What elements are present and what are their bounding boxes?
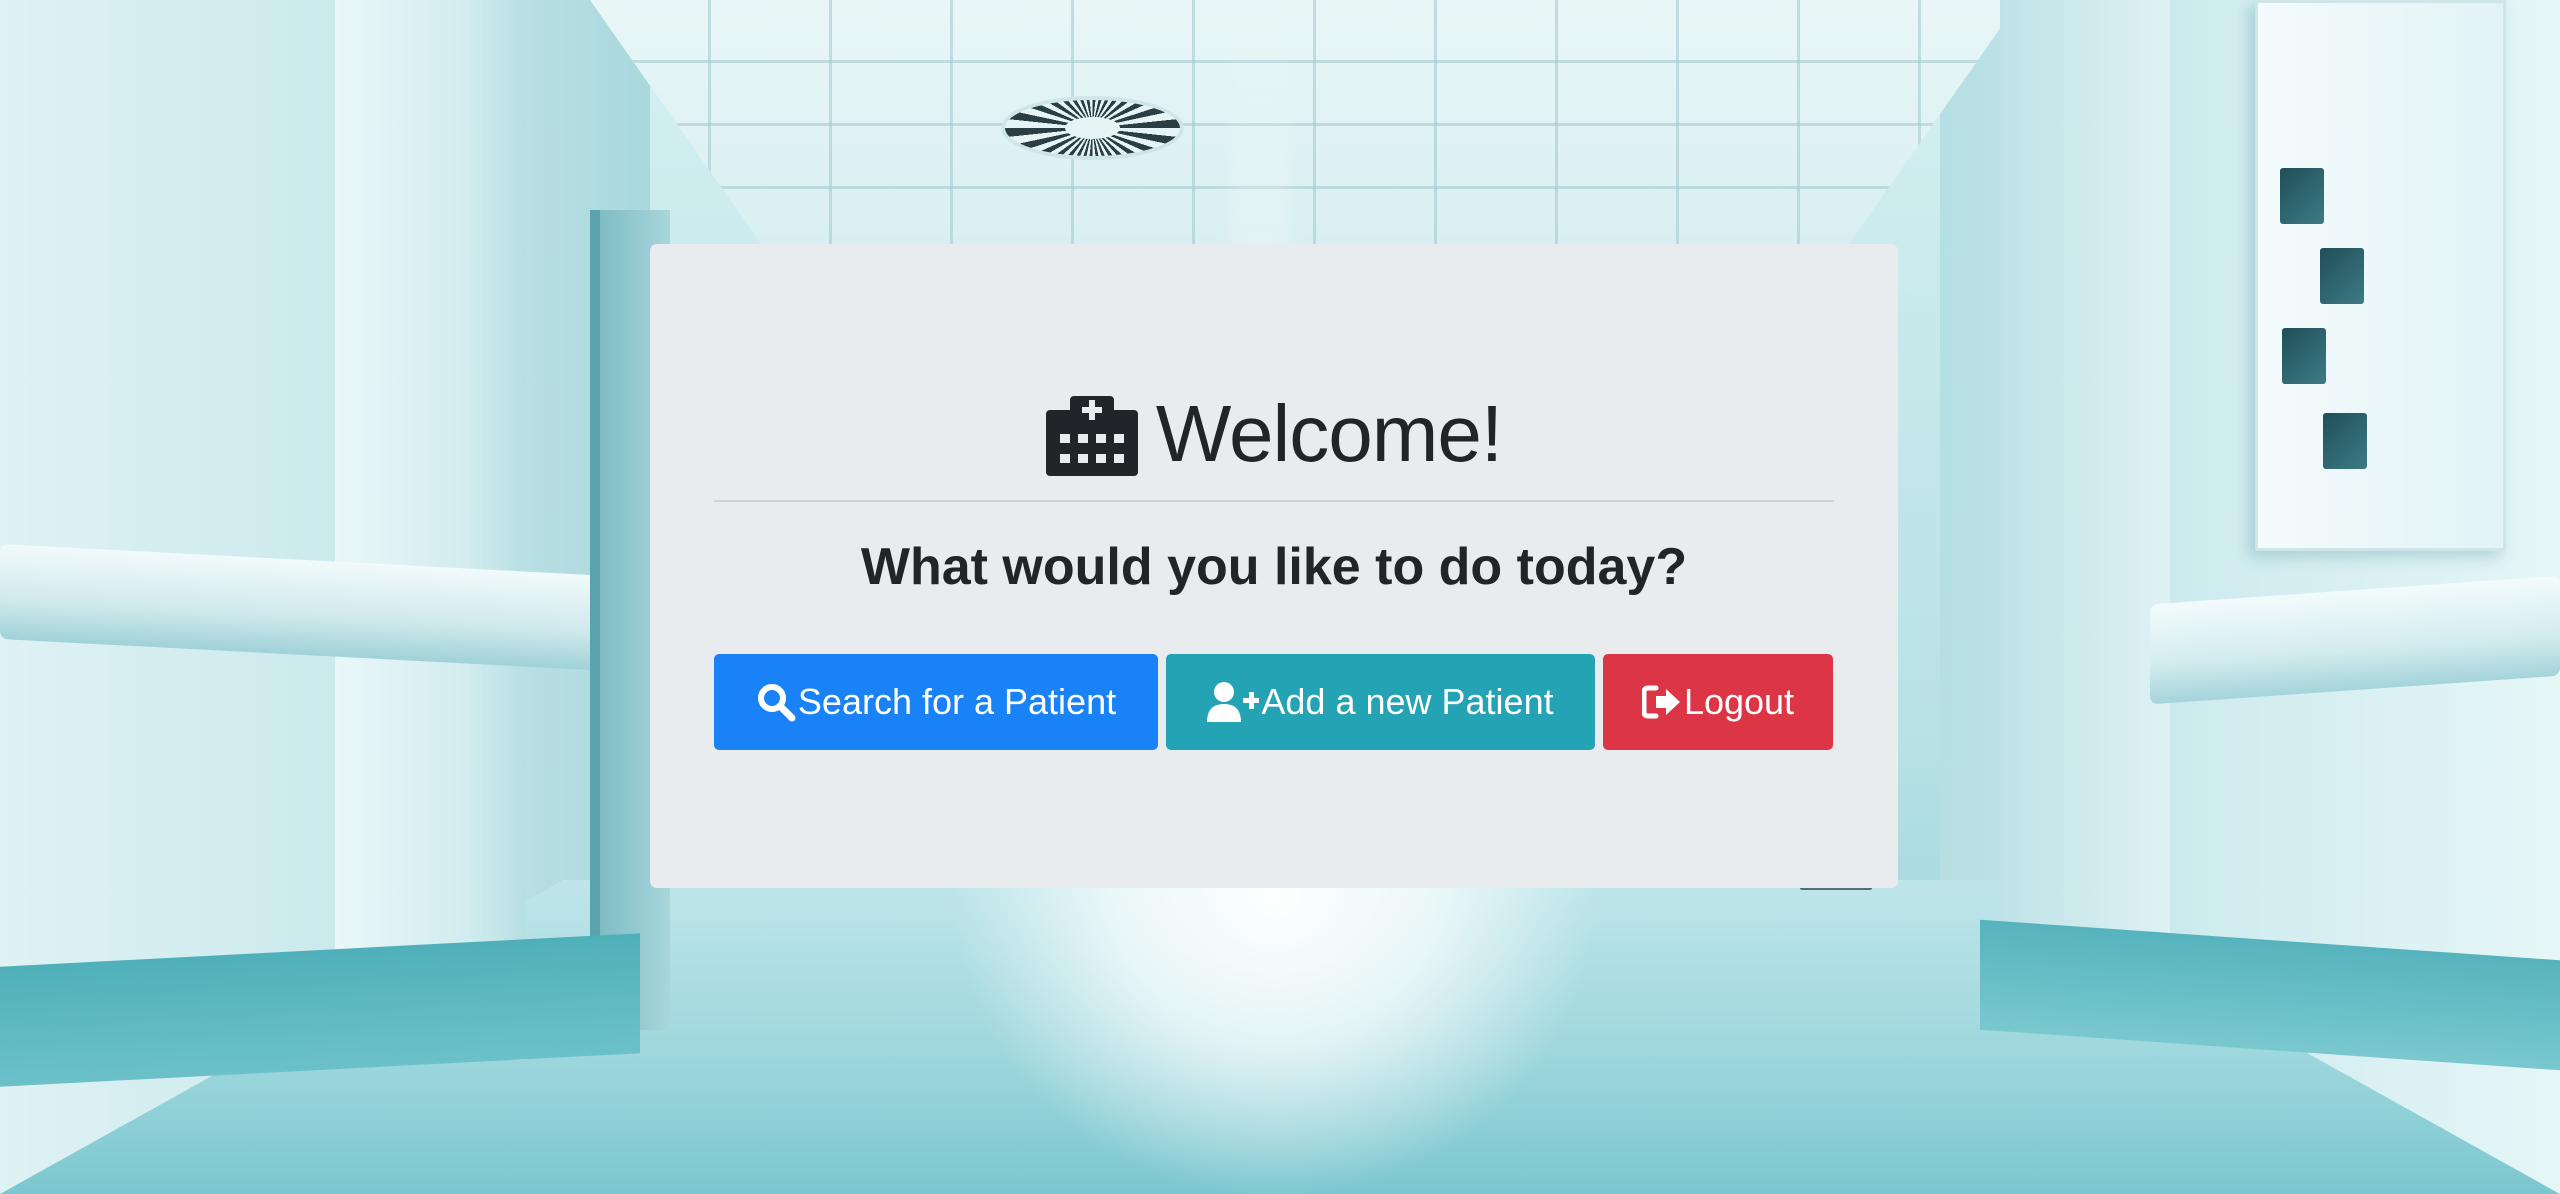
cabinet-slot [2320, 248, 2364, 304]
cabinet-slot [2282, 328, 2326, 384]
ceiling-vent [1005, 100, 1180, 156]
divider [714, 500, 1834, 502]
cabinet-slot [2323, 413, 2367, 469]
logout-button[interactable]: Logout [1603, 654, 1833, 751]
action-buttons: Search for a Patient Add a new Patient L… [714, 654, 1834, 751]
ceiling [590, 0, 2020, 245]
title-row: Welcome! [714, 368, 1834, 500]
wall-cabinet [2255, 0, 2506, 551]
search-patient-button[interactable]: Search for a Patient [714, 654, 1158, 751]
search-icon [756, 682, 796, 722]
left-pillar [335, 0, 525, 1060]
sign-out-icon [1641, 684, 1682, 720]
hospital-icon [1045, 396, 1138, 476]
cabinet-slot [2280, 168, 2324, 224]
add-patient-button[interactable]: Add a new Patient [1166, 654, 1595, 751]
add-patient-label: Add a new Patient [1261, 681, 1554, 723]
right-pillar [2000, 0, 2170, 1010]
search-patient-label: Search for a Patient [797, 681, 1117, 723]
user-plus-icon [1207, 682, 1260, 723]
logout-label: Logout [1683, 681, 1795, 723]
page-subtitle: What would you like to do today? [860, 538, 1688, 596]
welcome-card: Welcome! What would you like to do today… [650, 244, 1898, 888]
page-title: Welcome! [1155, 389, 1503, 478]
